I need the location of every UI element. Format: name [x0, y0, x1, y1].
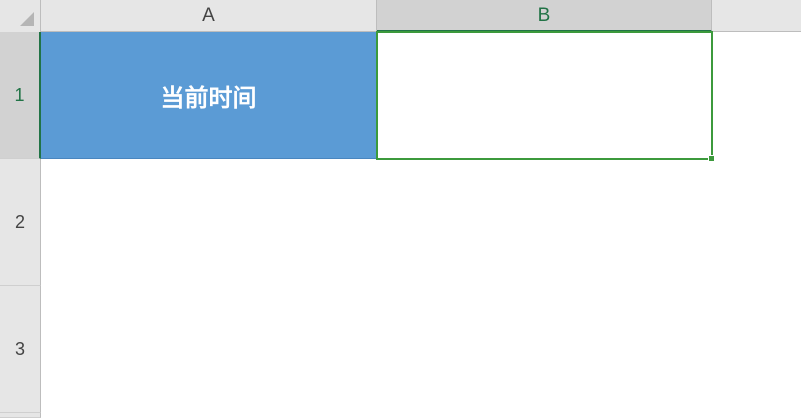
select-all-corner[interactable] [0, 0, 41, 32]
cell-a1[interactable]: 当前时间 [41, 32, 377, 159]
row-header-2[interactable]: 2 [0, 159, 41, 286]
row-header-1[interactable]: 1 [0, 32, 41, 159]
row-header-4-partial[interactable] [0, 413, 41, 418]
column-header-b[interactable]: B [377, 0, 712, 32]
row-header-3[interactable]: 3 [0, 286, 41, 413]
column-header-a[interactable]: A [41, 0, 377, 32]
spreadsheet: A B 1 2 3 当前时间 [0, 0, 801, 418]
fill-handle[interactable] [708, 155, 715, 162]
cell-b1-selected[interactable] [376, 31, 715, 162]
select-all-triangle-icon [20, 12, 34, 26]
